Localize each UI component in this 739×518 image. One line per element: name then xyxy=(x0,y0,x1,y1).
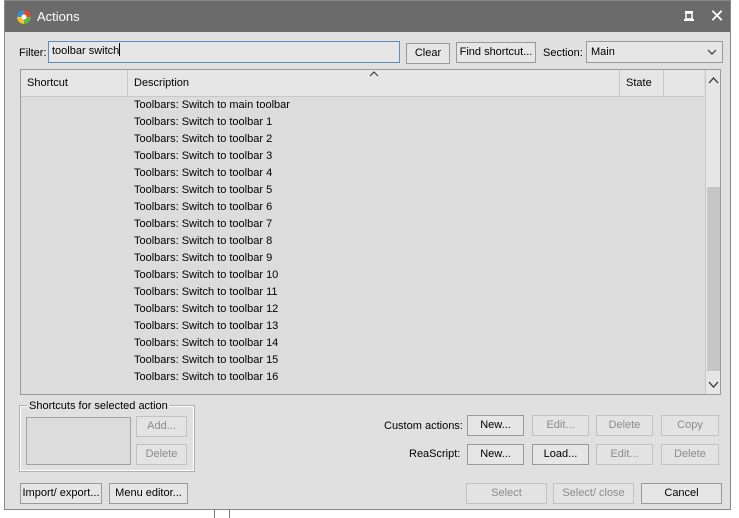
custom-delete-button[interactable]: Delete xyxy=(596,415,653,436)
filter-input[interactable]: toolbar switch xyxy=(48,41,400,63)
list-item[interactable]: Toolbars: Switch to toolbar 6 xyxy=(134,199,694,216)
list-item[interactable]: Toolbars: Switch to main toolbar xyxy=(134,97,694,114)
close-icon[interactable]: ✕ xyxy=(707,5,727,27)
list-item[interactable]: Toolbars: Switch to toolbar 4 xyxy=(134,165,694,182)
pin-icon[interactable] xyxy=(681,8,697,24)
column-shortcut[interactable]: Shortcut xyxy=(27,77,68,89)
vertical-scrollbar[interactable] xyxy=(705,70,720,394)
actions-window: Actions ✕ Filter: toolbar switch Clear F… xyxy=(4,0,731,510)
list-item[interactable]: Toolbars: Switch to toolbar 5 xyxy=(134,182,694,199)
find-shortcut-button[interactable]: Find shortcut... xyxy=(456,42,536,63)
list-item[interactable]: Toolbars: Switch to toolbar 9 xyxy=(134,250,694,267)
custom-actions-label: Custom actions: xyxy=(384,420,463,432)
add-shortcut-button[interactable]: Add... xyxy=(136,416,187,437)
delete-shortcut-button[interactable]: Delete xyxy=(136,444,187,465)
scrollbar-thumb[interactable] xyxy=(707,187,720,371)
custom-copy-button[interactable]: Copy xyxy=(661,415,719,436)
custom-new-button[interactable]: New... xyxy=(467,415,524,436)
reascript-delete-button[interactable]: Delete xyxy=(661,444,719,465)
table-header: Shortcut Description State xyxy=(21,70,704,97)
shortcuts-group-title: Shortcuts for selected action xyxy=(27,400,170,412)
column-description[interactable]: Description xyxy=(134,77,189,89)
list-item[interactable]: Toolbars: Switch to toolbar 10 xyxy=(134,267,694,284)
select-close-button[interactable]: Select/ close xyxy=(553,483,634,504)
list-item[interactable]: Toolbars: Switch to toolbar 15 xyxy=(134,352,694,369)
section-label: Section: xyxy=(543,47,583,59)
cancel-button[interactable]: Cancel xyxy=(641,483,722,504)
import-export-button[interactable]: Import/ export... xyxy=(20,483,102,504)
list-item[interactable]: Toolbars: Switch to toolbar 16 xyxy=(134,369,694,386)
column-divider[interactable] xyxy=(619,70,620,96)
text-caret xyxy=(119,43,121,56)
list-item[interactable]: Toolbars: Switch to toolbar 12 xyxy=(134,301,694,318)
list-item[interactable]: Toolbars: Switch to toolbar 14 xyxy=(134,335,694,352)
action-list: Toolbars: Switch to main toolbar Toolbar… xyxy=(134,97,694,386)
column-state[interactable]: State xyxy=(626,77,652,89)
list-item[interactable]: Toolbars: Switch to toolbar 8 xyxy=(134,233,694,250)
section-value: Main xyxy=(591,46,615,58)
reascript-load-button[interactable]: Load... xyxy=(532,444,589,465)
shortcut-list[interactable] xyxy=(26,417,131,465)
scroll-down-icon[interactable] xyxy=(707,376,720,392)
background-window-edge xyxy=(214,510,230,518)
reascript-new-button[interactable]: New... xyxy=(467,444,524,465)
column-divider[interactable] xyxy=(663,70,664,96)
custom-edit-button[interactable]: Edit... xyxy=(532,415,589,436)
window-title: Actions xyxy=(37,9,80,24)
scroll-up-icon[interactable] xyxy=(707,73,720,89)
section-select[interactable]: Main xyxy=(586,41,723,63)
list-item[interactable]: Toolbars: Switch to toolbar 1 xyxy=(134,114,694,131)
menu-editor-button[interactable]: Menu editor... xyxy=(109,483,188,504)
select-button[interactable]: Select xyxy=(466,483,547,504)
clear-button[interactable]: Clear xyxy=(406,43,450,64)
list-item[interactable]: Toolbars: Switch to toolbar 2 xyxy=(134,131,694,148)
actions-table: Shortcut Description State Toolbars: Swi… xyxy=(20,69,721,395)
list-item[interactable]: Toolbars: Switch to toolbar 13 xyxy=(134,318,694,335)
column-divider[interactable] xyxy=(127,70,128,96)
list-item[interactable]: Toolbars: Switch to toolbar 3 xyxy=(134,148,694,165)
title-bar[interactable]: Actions ✕ xyxy=(5,1,730,32)
sort-ascending-icon xyxy=(369,71,379,77)
reascript-edit-button[interactable]: Edit... xyxy=(596,444,653,465)
list-item[interactable]: Toolbars: Switch to toolbar 7 xyxy=(134,216,694,233)
list-item[interactable]: Toolbars: Switch to toolbar 11 xyxy=(134,284,694,301)
chevron-down-icon xyxy=(707,49,717,55)
filter-value: toolbar switch xyxy=(52,45,120,57)
filter-label: Filter: xyxy=(19,47,47,59)
reaper-app-icon xyxy=(17,10,31,24)
reascript-label: ReaScript: xyxy=(409,448,461,460)
